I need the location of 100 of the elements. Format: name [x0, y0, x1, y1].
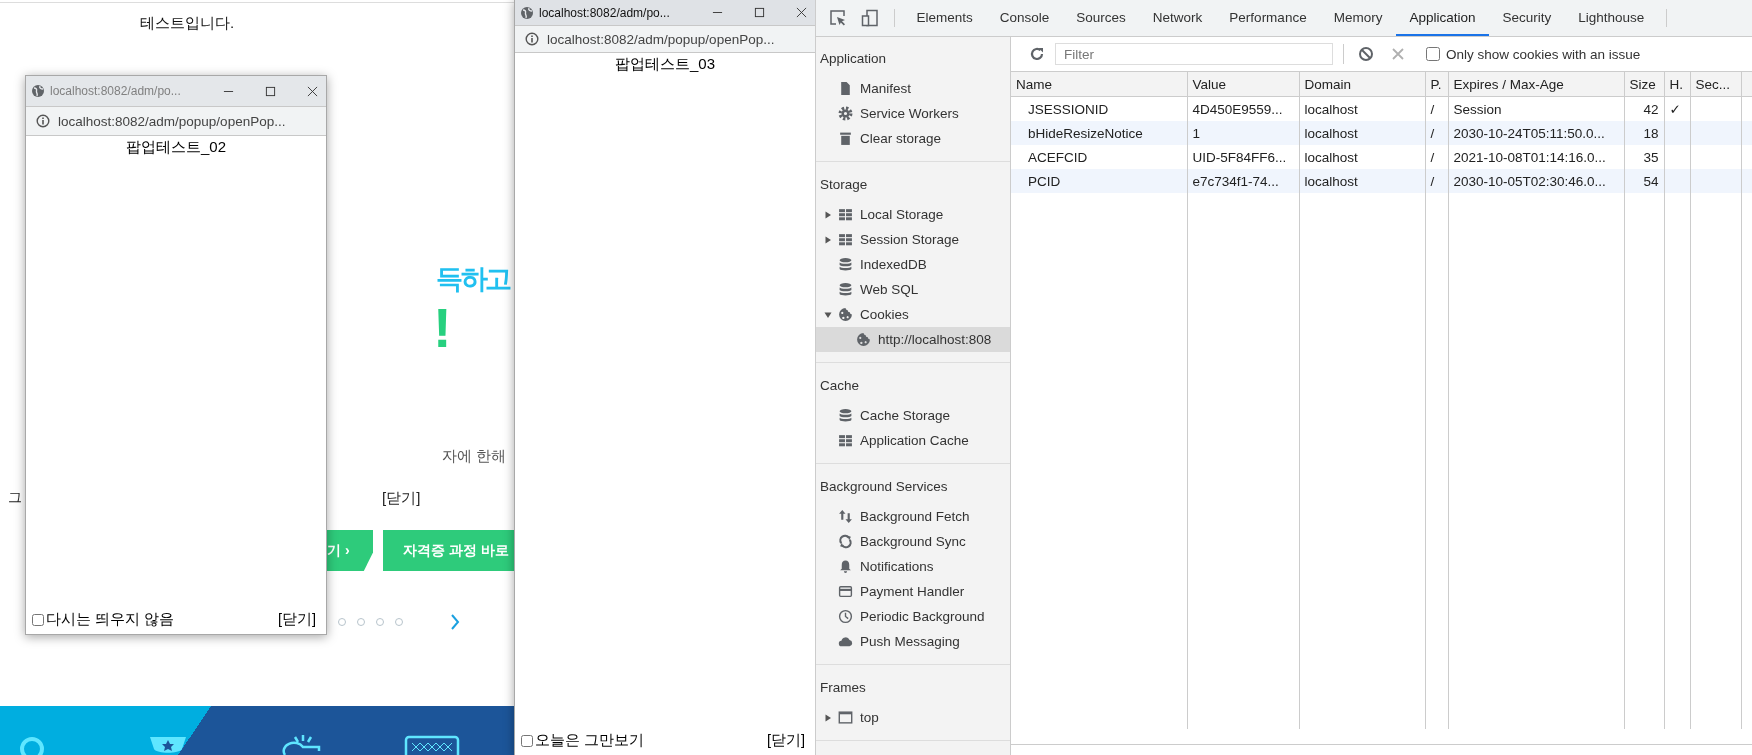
card-icon	[838, 584, 853, 599]
globe-icon	[31, 84, 45, 98]
sidebar-item[interactable]: Periodic Background	[816, 604, 1010, 629]
filter-field[interactable]: Filter	[1055, 43, 1333, 65]
info-icon	[525, 32, 539, 46]
sidebar-item[interactable]: Service Workers	[816, 101, 1010, 126]
devtools-tab[interactable]: Application	[1395, 0, 1489, 36]
table-cell: /	[1430, 149, 1435, 165]
bell-icon	[838, 559, 853, 574]
table-cell: 2030-10-24T05:11:50.0...	[1453, 125, 1605, 141]
table-cell: 42	[1643, 101, 1659, 117]
close-icon[interactable]	[307, 85, 318, 97]
refresh-icon[interactable]	[1029, 46, 1045, 62]
table-cell: 54	[1643, 173, 1659, 189]
column-header[interactable]: H.	[1664, 72, 1690, 97]
table-cell: Session	[1453, 101, 1502, 117]
column-header[interactable]: Size	[1624, 72, 1664, 97]
table-cell: e7c734f1-74...	[1192, 173, 1279, 189]
grid-icon	[838, 207, 853, 222]
info-icon	[36, 114, 50, 128]
inspect-icon[interactable]	[829, 9, 847, 27]
table-cell: bHideResizeNotice	[1028, 125, 1143, 141]
sidebar-item[interactable]: Web SQL	[816, 277, 1010, 302]
sidebar-item[interactable]: http://localhost:808	[816, 327, 1010, 352]
sidebar-item[interactable]: Payment Handler	[816, 579, 1010, 604]
column-header[interactable]: P.	[1425, 72, 1448, 97]
expand-arrow-icon[interactable]	[824, 235, 832, 244]
database-icon	[838, 408, 853, 423]
table-cell: ACEFCID	[1028, 149, 1088, 165]
checkbox[interactable]	[32, 613, 44, 626]
table-cell: /	[1430, 173, 1435, 189]
goal-net-icon	[404, 735, 460, 755]
collapse-arrow-icon[interactable]	[824, 310, 832, 319]
sidebar-item[interactable]: Background Sync	[816, 529, 1010, 554]
expand-arrow-icon[interactable]	[824, 210, 832, 219]
device-icon[interactable]	[861, 9, 879, 27]
side-text: 그	[8, 489, 22, 507]
column-header[interactable]: Sec...	[1690, 72, 1741, 97]
checkbox-label: 오늘은 그만보기	[535, 731, 645, 750]
sidebar-item[interactable]: Notifications	[816, 554, 1010, 579]
page-heading: 테스트입니다.	[140, 14, 235, 33]
grid-icon	[838, 433, 853, 448]
column-header[interactable]: Expires / Max-Age	[1448, 72, 1624, 97]
close-icon[interactable]	[796, 7, 807, 18]
sidebar-item[interactable]: top	[816, 705, 1010, 730]
globe-icon	[520, 5, 534, 20]
section-header: Storage	[819, 176, 869, 194]
checkbox[interactable]	[521, 734, 533, 747]
sidebar-item[interactable]: Background Fetch	[816, 504, 1010, 529]
table-cell: localhost	[1304, 173, 1358, 189]
maximize-icon[interactable]	[754, 7, 765, 18]
sidebar-item[interactable]: Session Storage	[816, 227, 1010, 252]
devtools-tab[interactable]: Memory	[1320, 0, 1396, 36]
checkbox-label: 다시는 띄우지 않음	[46, 610, 175, 629]
devtools-tab[interactable]: Network	[1139, 0, 1216, 36]
sidebar-item[interactable]: Application Cache	[816, 428, 1010, 453]
devtools-tab[interactable]: Elements	[903, 0, 987, 36]
sidebar-item[interactable]: Manifest	[816, 76, 1010, 101]
window-title: localhost:8082/adm/po...	[50, 84, 182, 98]
cookie-icon	[856, 332, 871, 347]
trash-icon	[838, 131, 853, 146]
checkbox[interactable]	[1426, 47, 1440, 61]
close-link[interactable]: [닫기]	[766, 731, 805, 750]
window-title: localhost:8082/adm/po...	[539, 5, 671, 20]
popup-text: 팝업테스트_03	[614, 54, 716, 74]
close-link[interactable]: [닫기]	[382, 489, 421, 508]
sidebar-item[interactable]: Push Messaging	[816, 629, 1010, 654]
sidebar-item[interactable]: Cache Storage	[816, 403, 1010, 428]
expand-arrow-icon[interactable]	[824, 713, 832, 722]
close-link[interactable]: [닫기]	[277, 610, 316, 629]
section-header: Background Services	[819, 478, 949, 496]
devtools-tab[interactable]: Lighthouse	[1564, 0, 1658, 36]
file-icon	[838, 81, 853, 96]
table-cell: /	[1430, 101, 1435, 117]
devtools-tab[interactable]: Sources	[1062, 0, 1140, 36]
table-cell: 1	[1192, 125, 1200, 141]
maximize-icon[interactable]	[265, 85, 276, 97]
column-header[interactable]: Name	[1011, 72, 1187, 97]
table-cell: UID-5F84FF6...	[1192, 149, 1287, 165]
table-cell: 35	[1643, 149, 1659, 165]
frame-icon	[838, 710, 853, 725]
column-header[interactable]: Value	[1187, 72, 1299, 97]
table-cell: /	[1430, 125, 1435, 141]
popup-text: 팝업테스트_02	[125, 137, 227, 157]
exclamation-text: !	[433, 300, 452, 356]
sidebar-item[interactable]: Local Storage	[816, 202, 1010, 227]
sidebar-item[interactable]: Cookies	[816, 302, 1010, 327]
table-cell: localhost	[1304, 149, 1358, 165]
address-text: localhost:8082/adm/popup/openPop...	[58, 113, 286, 129]
column-header[interactable]: Domain	[1299, 72, 1425, 97]
devtools-tab[interactable]: Performance	[1215, 0, 1321, 36]
checkbox-label: Only show cookies with an issue	[1446, 46, 1641, 62]
clear-all-icon[interactable]	[1358, 46, 1374, 62]
table-cell: JSESSIONID	[1028, 101, 1109, 117]
devtools-tab[interactable]: Console	[986, 0, 1063, 36]
clock-icon	[838, 609, 853, 624]
sidebar-item[interactable]: IndexedDB	[816, 252, 1010, 277]
table-cell: 4D450E9559...	[1192, 101, 1283, 117]
sidebar-item[interactable]: Clear storage	[816, 126, 1010, 151]
devtools-tab[interactable]: Security	[1488, 0, 1565, 36]
